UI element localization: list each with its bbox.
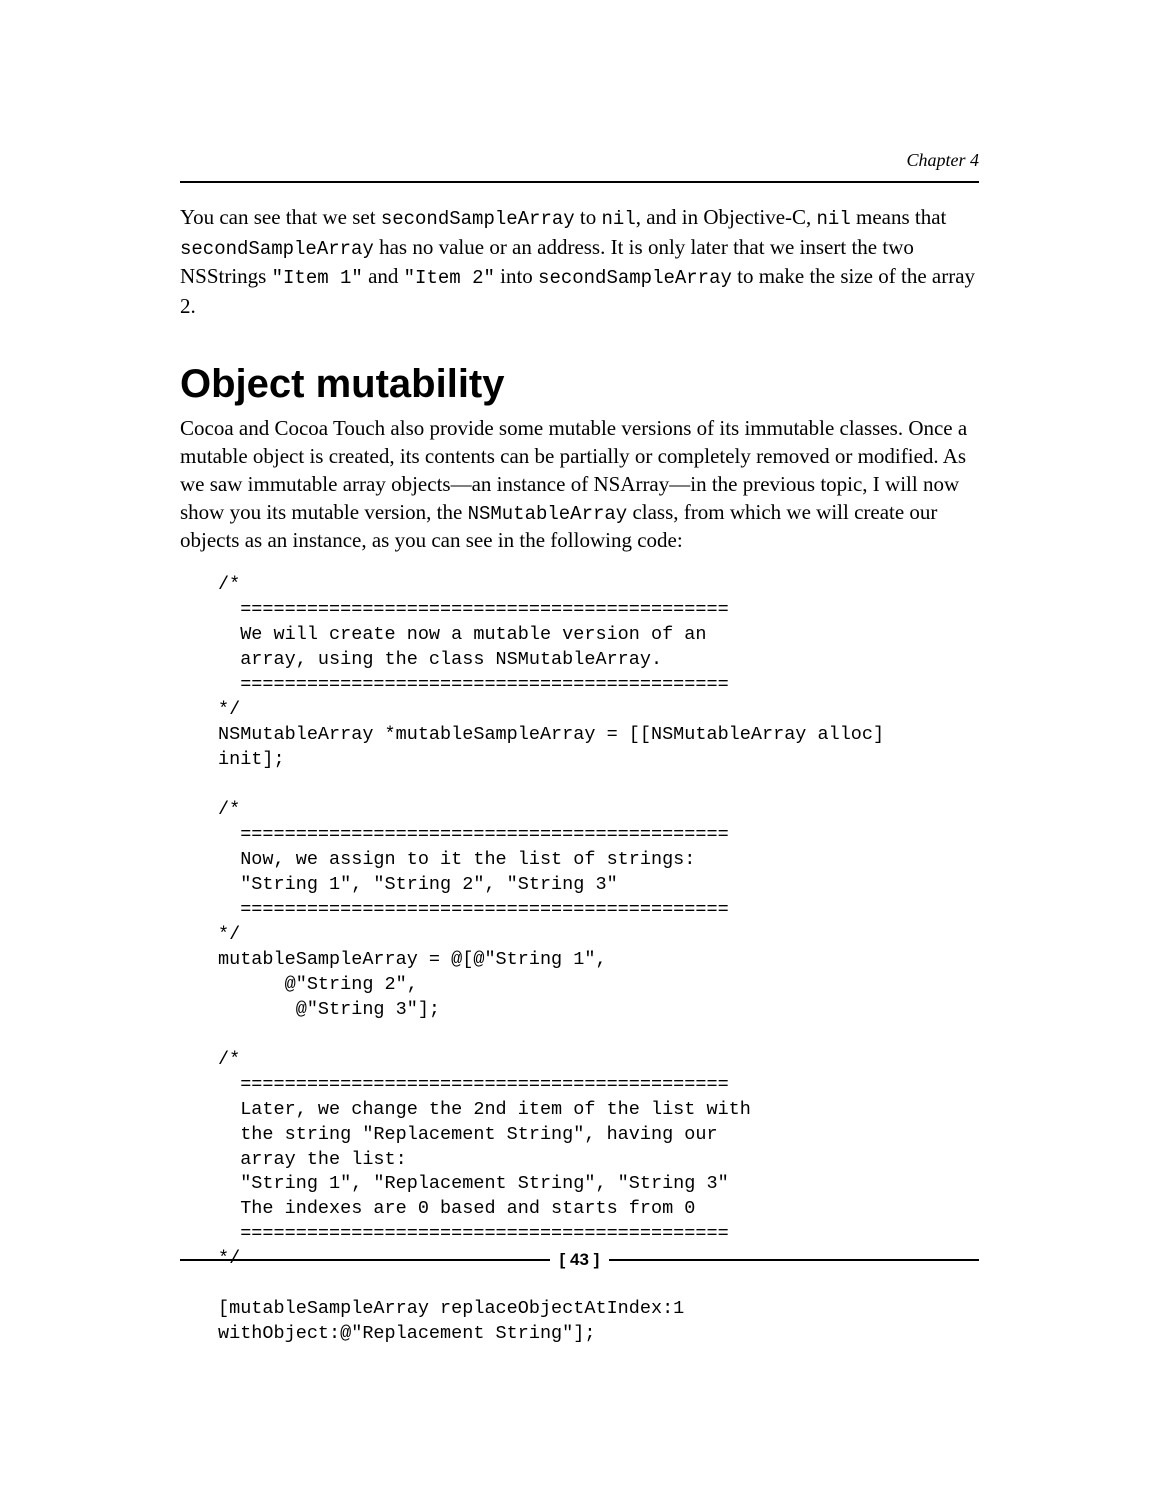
inline-code: "Item 1" [272, 267, 363, 289]
inline-code: secondSampleArray [180, 238, 374, 260]
footer-rule-left [180, 1259, 550, 1261]
text: means that [851, 205, 947, 229]
code-block: /* =====================================… [218, 573, 979, 1347]
page-footer: [ 43 ] [180, 1250, 979, 1270]
page-number: [ 43 ] [550, 1250, 610, 1270]
chapter-label: Chapter 4 [180, 150, 979, 171]
text: You can see that we set [180, 205, 381, 229]
section-paragraph: Cocoa and Cocoa Touch also provide some … [180, 415, 979, 555]
header-rule [180, 181, 979, 183]
section-heading: Object mutability [180, 362, 979, 407]
inline-code: nil [817, 208, 851, 230]
text: and [363, 264, 404, 288]
inline-code: NSMutableArray [468, 503, 628, 525]
inline-code: "Item 2" [404, 267, 495, 289]
text: into [495, 264, 538, 288]
inline-code: nil [602, 208, 636, 230]
inline-code: secondSampleArray [538, 267, 732, 289]
page-header: Chapter 4 [180, 150, 979, 183]
text: , and in Objective-C, [636, 205, 817, 229]
intro-paragraph: You can see that we set secondSampleArra… [180, 203, 979, 320]
text: to [575, 205, 602, 229]
footer-rule-right [609, 1259, 979, 1261]
page: Chapter 4 You can see that we set second… [0, 0, 1159, 1500]
inline-code: secondSampleArray [381, 208, 575, 230]
